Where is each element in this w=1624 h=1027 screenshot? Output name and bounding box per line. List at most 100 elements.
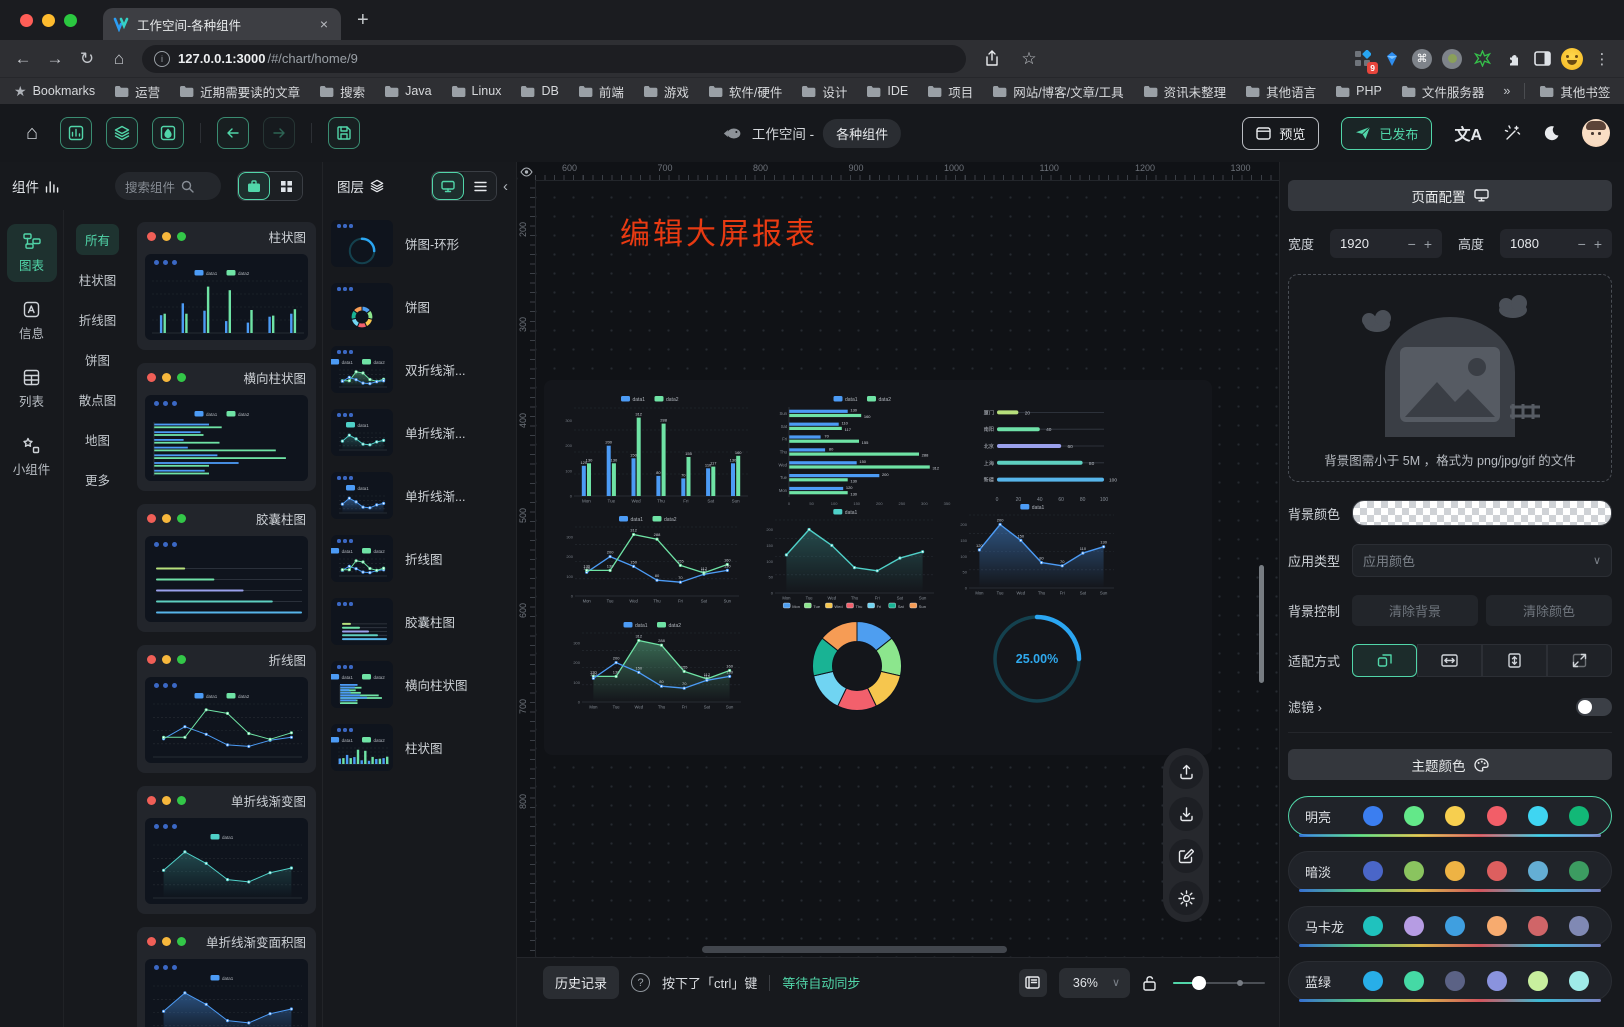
layer-item[interactable]: data1 单折线渐... — [331, 409, 508, 456]
layer-item[interactable]: data1data2 折线图 — [331, 535, 508, 582]
magic-wand-icon[interactable] — [1504, 125, 1521, 142]
site-info-icon[interactable]: i — [154, 51, 170, 67]
thumbnail-view-button[interactable] — [432, 172, 464, 200]
layer-item[interactable]: data1data2 双折线渐... — [331, 346, 508, 393]
theme-color-dot[interactable] — [1487, 806, 1507, 826]
zoom-slider[interactable] — [1173, 976, 1265, 990]
theme-color-dot[interactable] — [1404, 861, 1424, 881]
grid-view-button[interactable] — [270, 172, 302, 200]
canvas-title-text[interactable]: 编辑大屏报表 — [620, 209, 818, 253]
close-window-button[interactable] — [20, 14, 33, 27]
search-input[interactable]: 搜索组件 — [115, 172, 221, 200]
export-button[interactable] — [1169, 755, 1203, 789]
clear-color-button[interactable]: 清除颜色 — [1486, 595, 1612, 626]
bookmark-folder[interactable]: Java — [384, 84, 431, 98]
width-stepper[interactable]: 1920 − + — [1330, 229, 1442, 258]
theme-color-dot[interactable] — [1569, 916, 1589, 936]
bookmark-folder[interactable]: Linux — [451, 84, 502, 98]
bookmark-folder[interactable]: 项目 — [927, 82, 973, 101]
theme-color-dot[interactable] — [1487, 916, 1507, 936]
extension-gem-icon[interactable] — [1380, 47, 1404, 71]
canvas-area-chart[interactable]: data1data2130130312288155117160120200150… — [567, 618, 747, 714]
canvas-single-line-chart[interactable]: data1MonTueWedThuFriSatSun050100150200 — [760, 505, 940, 605]
redo-button[interactable] — [263, 117, 295, 149]
bookmark-star-icon[interactable]: ☆ — [1016, 49, 1042, 69]
canvas-progress-ring[interactable]: 25.00% — [987, 602, 1087, 708]
theme-row[interactable]: 明亮 — [1288, 796, 1612, 836]
background-color-swatch[interactable] — [1352, 500, 1612, 526]
category-item[interactable]: 地图 — [76, 424, 119, 455]
sidebar-toggle-icon[interactable] — [1530, 47, 1554, 71]
fit-scale-button[interactable] — [1352, 644, 1417, 677]
category-item[interactable]: 柱状图 — [70, 264, 126, 295]
bookmarks-overflow-chevron[interactable]: » — [1503, 84, 1510, 98]
category-item[interactable]: 饼图 — [76, 344, 119, 375]
theme-color-dot[interactable] — [1404, 806, 1424, 826]
undo-button[interactable] — [217, 117, 249, 149]
edit-button[interactable] — [1169, 839, 1203, 873]
theme-color-dot[interactable] — [1404, 916, 1424, 936]
settings-gear-icon[interactable] — [1169, 881, 1203, 915]
bookmark-folder[interactable]: 网站/博客/文章/工具 — [992, 82, 1123, 101]
canvas-horizontal-scrollbar[interactable] — [702, 946, 1007, 953]
rail-item-info[interactable]: 信息 — [7, 292, 57, 350]
canvas-vertical-scrollbar[interactable] — [1259, 565, 1264, 683]
layer-item[interactable]: data1data2 横向柱状图 — [331, 661, 508, 708]
layer-item[interactable]: 饼图-环形 — [331, 220, 508, 267]
design-canvas[interactable]: 6007008009001000110012001300 20030040050… — [517, 162, 1279, 1027]
fit-width-button[interactable] — [1417, 644, 1482, 677]
zoom-slider-knob[interactable] — [1192, 976, 1206, 990]
component-card[interactable]: 单折线渐变图 data1 — [137, 786, 316, 914]
increment-icon[interactable]: + — [1424, 236, 1432, 252]
fit-stretch-button[interactable] — [1547, 644, 1612, 677]
chart-panel-button[interactable] — [60, 117, 92, 149]
window-controls[interactable] — [0, 0, 91, 40]
browser-tab[interactable]: 工作空间-各种组件 × — [103, 8, 341, 40]
maximize-window-button[interactable] — [64, 14, 77, 27]
publish-button[interactable]: 已发布 — [1341, 117, 1432, 150]
list-view-button[interactable] — [464, 172, 496, 200]
new-tab-button[interactable]: + — [341, 4, 369, 40]
app-home-icon[interactable]: ⌂ — [26, 122, 38, 145]
theme-panel-button[interactable] — [152, 117, 184, 149]
category-item[interactable]: 更多 — [76, 464, 119, 495]
page-config-header[interactable]: 页面配置 — [1288, 180, 1612, 211]
theme-color-dot[interactable] — [1487, 971, 1507, 991]
theme-color-dot[interactable] — [1445, 861, 1465, 881]
bookmark-folder[interactable]: 软件/硬件 — [708, 82, 782, 101]
minimize-window-button[interactable] — [42, 14, 55, 27]
zoom-select[interactable]: 36% ∨ — [1059, 968, 1130, 998]
bookmark-folder[interactable]: 搜索 — [319, 82, 365, 101]
tab-close-icon[interactable]: × — [317, 16, 331, 32]
component-card[interactable]: 横向柱状图 data1data2 — [137, 363, 316, 491]
category-item[interactable]: 散点图 — [70, 384, 126, 415]
canvas-capsule-chart[interactable]: 厦门20南阳40北京60上海80新疆100020406080100 — [970, 396, 1120, 504]
address-bar[interactable]: i 127.0.0.1:3000 /#/chart/home/9 — [142, 45, 966, 73]
bookmark-folder[interactable]: 设计 — [801, 82, 847, 101]
share-icon[interactable] — [984, 50, 1010, 67]
theme-color-dot[interactable] — [1528, 971, 1548, 991]
theme-color-dot[interactable] — [1363, 806, 1383, 826]
canvas-pie-chart[interactable]: MonTueWedThuFriSatSun — [764, 598, 950, 720]
canvas-hbar-chart[interactable]: data1data2130160Sun110117Sat70155Fri8028… — [767, 392, 967, 508]
reload-icon[interactable]: ↻ — [74, 49, 100, 69]
theme-row[interactable]: 暗淡 — [1288, 851, 1612, 891]
dark-mode-moon-icon[interactable] — [1543, 125, 1560, 142]
component-card[interactable]: 柱状图 data1data2 — [137, 222, 316, 350]
other-bookmarks[interactable]: 其他书签 — [1539, 82, 1610, 101]
ruler-eye-icon[interactable] — [518, 163, 535, 180]
theme-row[interactable]: 马卡龙 — [1288, 906, 1612, 946]
rail-item-widgets[interactable]: 小组件 — [7, 428, 57, 486]
profile-avatar[interactable] — [1560, 47, 1584, 71]
extension-dot-icon[interactable] — [1440, 47, 1464, 71]
theme-color-dot[interactable] — [1528, 806, 1548, 826]
fit-height-button[interactable] — [1482, 644, 1547, 677]
theme-color-dot[interactable] — [1569, 861, 1589, 881]
home-icon[interactable]: ⌂ — [106, 49, 132, 69]
back-icon[interactable]: ← — [10, 49, 36, 69]
canvas-gradient-line-chart[interactable]: data11202001508070110130MonTueWedThuFriS… — [954, 500, 1120, 600]
theme-row[interactable]: 蓝绿 — [1288, 961, 1612, 1001]
save-button[interactable] — [328, 117, 360, 149]
layer-item[interactable]: data1data2 柱状图 — [331, 724, 508, 771]
import-button[interactable] — [1169, 797, 1203, 831]
